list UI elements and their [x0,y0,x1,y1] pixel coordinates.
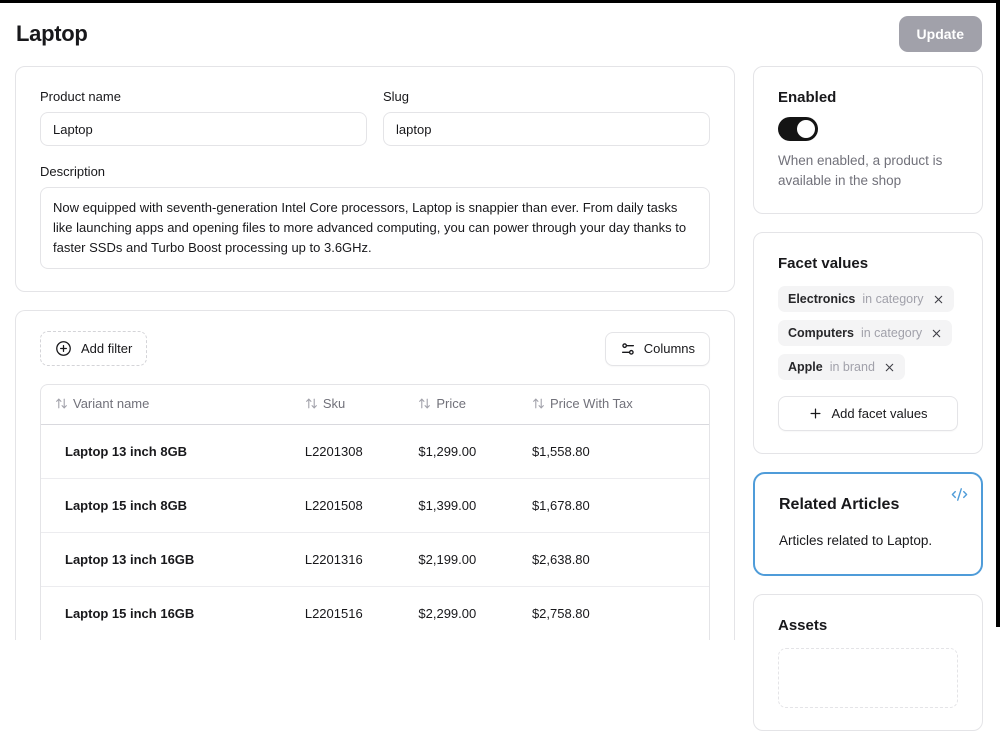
description-field: Description Now equipped with seventh-ge… [40,164,710,269]
related-articles-body: Articles related to Laptop. [779,533,957,548]
product-name-field: Product name [40,89,367,146]
facet-chip-value: Apple [788,360,823,374]
facet-values-card: Facet values Electronics in category Com… [753,232,983,454]
variants-table: Variant name Sku Price Price With Tax La… [40,384,710,640]
circle-plus-icon [55,340,72,357]
sort-icon[interactable] [55,397,68,410]
add-filter-label: Add filter [81,341,132,356]
sku-cell: L2201316 [295,533,409,587]
facet-chip: Apple in brand [778,354,905,380]
left-column: Product name Slug Description Now equipp… [15,66,735,640]
related-articles-card: Related Articles Articles related to Lap… [753,472,983,576]
related-articles-title: Related Articles [779,496,957,514]
facet-chip-value: Electronics [788,292,855,306]
sku-cell: L2201516 [295,587,409,641]
table-row[interactable]: Laptop 13 inch 8GB L2201308 $1,299.00 $1… [41,425,709,479]
product-details-card: Product name Slug Description Now equipp… [15,66,735,292]
facet-chip-facet: in brand [830,360,875,374]
remove-facet-icon[interactable] [931,328,942,339]
variant-name-cell[interactable]: Laptop 13 inch 8GB [41,425,295,479]
product-name-input[interactable] [40,112,367,146]
price-with-tax-cell: $2,758.80 [522,587,709,641]
facet-chip: Electronics in category [778,286,954,312]
price-cell: $1,299.00 [408,425,522,479]
price-with-tax-cell: $1,678.80 [522,479,709,533]
table-row[interactable]: Laptop 15 inch 16GB L2201516 $2,299.00 $… [41,587,709,641]
assets-dropzone[interactable] [778,648,958,708]
remove-facet-icon[interactable] [933,294,944,305]
price-with-tax-cell: $2,638.80 [522,533,709,587]
toggle-knob [797,120,815,138]
sort-icon[interactable] [532,397,545,410]
column-settings-icon [620,341,636,357]
main-content: Product name Slug Description Now equipp… [0,66,1000,731]
variants-card: Add filter Columns Variant name Sku [15,310,735,640]
sort-icon[interactable] [305,397,318,410]
column-header-price-with-tax[interactable]: Price With Tax [522,385,709,425]
facet-values-title: Facet values [778,255,958,272]
remove-facet-icon[interactable] [884,362,895,373]
enabled-card: Enabled When enabled, a product is avail… [753,66,983,214]
add-filter-button[interactable]: Add filter [40,331,147,366]
table-header-row: Variant name Sku Price Price With Tax [41,385,709,425]
facet-chip-value: Computers [788,326,854,340]
facet-chip-facet: in category [862,292,923,306]
page-title: Laptop [16,21,88,47]
description-input[interactable]: Now equipped with seventh-generation Int… [40,187,710,269]
price-with-tax-cell: $1,558.80 [522,425,709,479]
variant-name-cell[interactable]: Laptop 13 inch 16GB [41,533,295,587]
slug-field: Slug [383,89,710,146]
facet-chip-facet: in category [861,326,922,340]
update-button[interactable]: Update [899,16,982,52]
assets-card: Assets [753,594,983,731]
price-cell: $2,199.00 [408,533,522,587]
variant-name-cell[interactable]: Laptop 15 inch 8GB [41,479,295,533]
right-sidebar: Enabled When enabled, a product is avail… [753,66,983,731]
sort-icon[interactable] [418,397,431,410]
code-icon[interactable] [951,486,968,503]
variants-toolbar: Add filter Columns [40,331,710,366]
price-cell: $1,399.00 [408,479,522,533]
columns-label: Columns [644,341,695,356]
enabled-title: Enabled [778,89,958,106]
table-row[interactable]: Laptop 15 inch 8GB L2201508 $1,399.00 $1… [41,479,709,533]
page-header: Laptop Update [0,0,1000,66]
facet-chip-list: Electronics in category Computers in cat… [778,286,958,380]
assets-title: Assets [778,617,958,634]
add-facet-values-button[interactable]: Add facet values [778,396,958,431]
window-edge-top [0,0,1000,3]
plus-icon [808,406,823,421]
slug-input[interactable] [383,112,710,146]
slug-label: Slug [383,89,710,104]
enabled-help-text: When enabled, a product is available in … [778,151,958,191]
column-header-sku[interactable]: Sku [295,385,409,425]
facet-chip: Computers in category [778,320,952,346]
columns-button[interactable]: Columns [605,332,710,366]
window-edge-right [996,0,1000,627]
table-row[interactable]: Laptop 13 inch 16GB L2201316 $2,199.00 $… [41,533,709,587]
column-header-price[interactable]: Price [408,385,522,425]
description-label: Description [40,164,710,179]
column-header-variant-name[interactable]: Variant name [41,385,295,425]
enabled-toggle[interactable] [778,117,818,141]
variant-name-cell[interactable]: Laptop 15 inch 16GB [41,587,295,641]
product-name-label: Product name [40,89,367,104]
sku-cell: L2201508 [295,479,409,533]
price-cell: $2,299.00 [408,587,522,641]
add-facet-values-label: Add facet values [831,406,927,421]
sku-cell: L2201308 [295,425,409,479]
